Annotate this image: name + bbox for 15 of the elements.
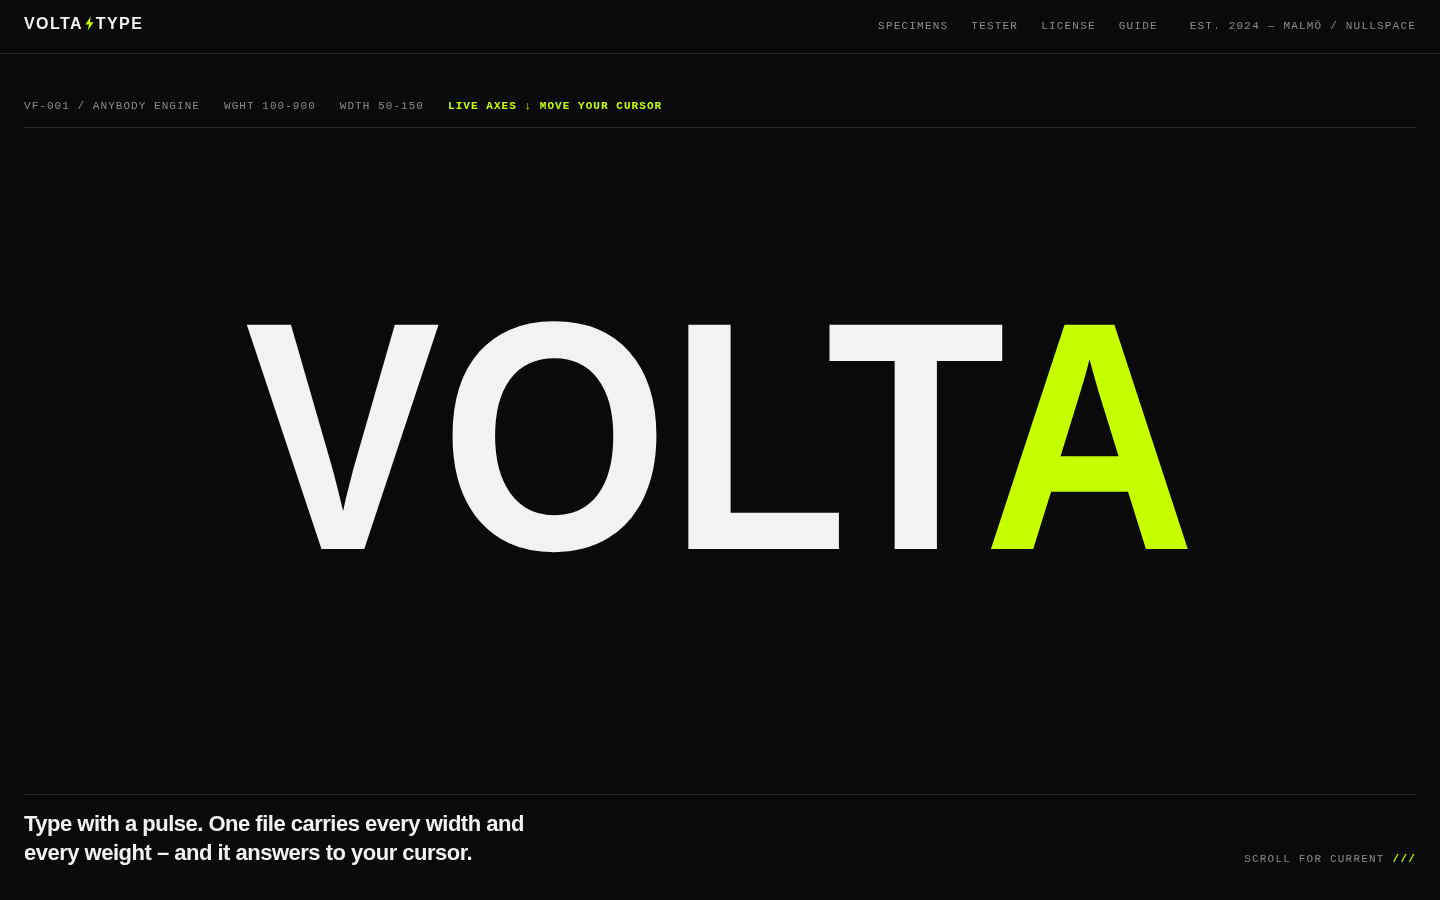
nav-link[interactable]: TESTER [971,18,1019,33]
scroll-marker: /// [1392,852,1416,867]
hero-wordmark: VOLTA [244,273,1196,599]
scroll-hint: SCROLL FOR CURRENT [1244,852,1385,867]
spec-label: WGHT 100-900 [224,99,316,114]
spec-label: LIVE AXES ↓ MOVE YOUR CURSOR [448,99,663,114]
studio-note: EST. 2024 — MALMÖ / NULLSPACE [1189,18,1416,33]
spec-label: WDTH 50-150 [339,99,424,114]
nav-link[interactable]: GUIDE [1118,18,1158,33]
tagline: Type with a pulse. One file carries every width and every weight – and it answers to your cursor. [24,810,525,867]
lightning-bolt-icon [84,16,94,31]
nav-link[interactable]: SPECIMENS [878,18,949,33]
home-logo[interactable]: VOLTA TYPE [24,15,144,32]
nav-link[interactable]: LICENSE [1041,18,1096,33]
spec-label: VF-001 / ANYBODY ENGINE [24,99,200,114]
